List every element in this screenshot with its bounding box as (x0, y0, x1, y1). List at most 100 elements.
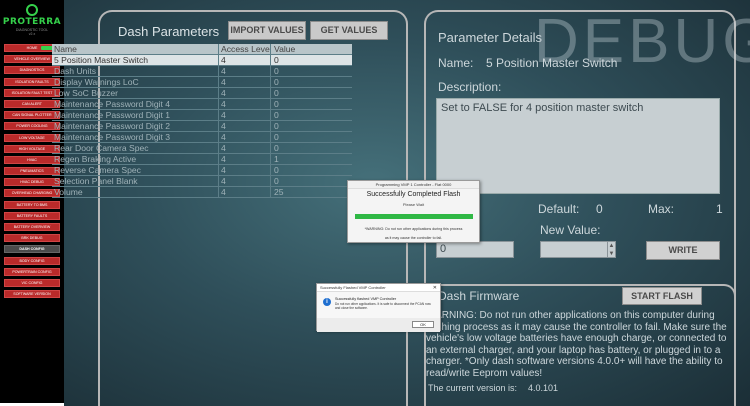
sidebar-item-battery-faults[interactable]: BATTERY FAULTS (4, 211, 60, 220)
get-values-button[interactable]: GET VALUES (310, 21, 388, 40)
ok-button[interactable]: OK (412, 321, 434, 328)
sidebar-item-battery-overview[interactable]: BATTERY OVERVIEW (4, 223, 60, 231)
value-cell: 0 (274, 88, 279, 98)
new-value-stepper[interactable]: ▲ ▼ (540, 241, 616, 258)
max-label: Max: (648, 202, 675, 216)
access-level-cell: 4 (221, 176, 226, 186)
default-value: 0 (596, 202, 603, 216)
parameter-name-cell: Display Warnings LoC (54, 77, 139, 87)
sidebar-item-label: VEHICLE OVERVIEW (14, 57, 50, 62)
column-header-value: Value (274, 44, 296, 54)
current-version-value: 4.0.101 (528, 383, 559, 393)
success-dialog-title: Successfully Flashed VMP Controller (317, 284, 440, 292)
access-level-cell: 4 (221, 88, 226, 98)
current-version-label: The current version is: (428, 383, 518, 393)
sidebar-item-label: LOW VOLTAGE (19, 135, 45, 140)
dash-firmware-title: Dash Firmware (438, 289, 520, 303)
write-button[interactable]: WRITE (646, 241, 720, 260)
value-cell: 0 (274, 121, 279, 131)
current-value-field[interactable]: 0 (436, 241, 514, 258)
parameter-name-cell: Maintenance Password Digit 4 (54, 99, 171, 109)
sidebar-item-label: POWER COOLING (16, 124, 48, 129)
brand-name: PROTERRA (2, 17, 62, 27)
table-row[interactable]: Selection Panel Blank 4 0 (52, 176, 352, 187)
parameter-name-value: 5 Position Master Switch (486, 56, 618, 70)
parameter-name-cell: Maintenance Password Digit 3 (54, 132, 171, 142)
info-icon: i (323, 298, 331, 306)
parameters-table: Name Access Level Value 5 Position Maste… (52, 44, 352, 198)
table-row[interactable]: Display Warnings LoC 4 0 (52, 77, 352, 88)
access-level-cell: 4 (221, 121, 226, 131)
access-level-cell: 4 (221, 143, 226, 153)
default-label: Default: (538, 202, 580, 216)
sidebar-item-label: BODY CONFIG (19, 258, 45, 263)
access-level-cell: 4 (221, 55, 226, 65)
value-cell: 0 (274, 99, 279, 109)
value-cell: 0 (274, 143, 279, 153)
parameter-name-cell: Reverse Camera Spec (54, 165, 141, 175)
column-header-access-level: Access Level (221, 44, 271, 54)
max-value: 1 (716, 202, 723, 216)
table-row[interactable]: Maintenance Password Digit 1 4 0 (52, 110, 352, 121)
flash-warning-line-1: *WARNING: Do not run other applications … (364, 227, 463, 231)
sidebar-item-brk-debug[interactable]: BRK DEBUG (4, 234, 60, 243)
sidebar-item-label: DASH CONFIG (19, 247, 45, 252)
table-row[interactable]: Maintenance Password Digit 3 4 0 (52, 132, 352, 143)
table-row[interactable]: Reverse Camera Spec 4 0 (52, 165, 352, 176)
sidebar-item-label: PNEUMATICS (20, 169, 44, 174)
value-cell: 0 (274, 77, 279, 87)
value-cell: 0 (274, 132, 279, 142)
sidebar-item-label: VIC CONFIG (21, 280, 43, 285)
table-row[interactable]: Regen Braking Active 4 1 (52, 154, 352, 165)
value-cell: 0 (274, 165, 279, 175)
flash-complete-heading: Successfully Completed Flash (366, 191, 461, 198)
table-row[interactable]: Volume 4 25 (52, 187, 352, 198)
table-row[interactable]: Dash Units 4 0 (52, 66, 352, 77)
firmware-warning-text: WARNING: Do not run other applications o… (426, 310, 727, 379)
table-row[interactable]: Rear Door Camera Spec 4 0 (52, 143, 352, 154)
sidebar-item-battery-to-bms[interactable]: BATTERY TO BMS (4, 200, 60, 209)
access-level-cell: 4 (221, 187, 226, 197)
value-cell: 1 (274, 154, 279, 164)
table-row[interactable]: Maintenance Password Digit 2 4 0 (52, 121, 352, 132)
sidebar-item-label: ISOLATION FAULT TEST (11, 90, 53, 95)
flash-progress-fill (355, 214, 473, 219)
table-row[interactable]: Maintenance Password Digit 4 4 0 (52, 99, 352, 110)
stepper-arrows-icon[interactable]: ▲ ▼ (607, 242, 615, 257)
start-flash-button[interactable]: START FLASH (622, 287, 702, 305)
access-level-cell: 4 (221, 165, 226, 175)
value-cell: 25 (274, 187, 284, 197)
import-values-button[interactable]: IMPORT VALUES (228, 21, 306, 40)
description-text: Set to FALSE for 4 position master switc… (441, 102, 644, 114)
new-value-label: New Value: (540, 223, 601, 237)
parameter-name-cell: Selection Panel Blank (54, 176, 138, 186)
proterra-logo-icon (26, 4, 38, 16)
access-level-cell: 4 (221, 154, 226, 164)
sidebar-item-software-version[interactable]: SOFTWARE VERSION (4, 290, 60, 299)
sidebar-item-label: BRK DEBUG (21, 236, 43, 241)
flash-progress-bar (355, 214, 473, 219)
table-row[interactable]: Low SoC Buzzer 4 0 (52, 88, 352, 99)
sidebar-item-dash-config[interactable]: DASH CONFIG (4, 245, 60, 254)
sidebar-item-label: SOFTWARE VERSION (13, 292, 51, 297)
sidebar-item-powertrain-config[interactable]: POWERTRAIN CONFIG (4, 267, 60, 276)
value-cell: 0 (274, 176, 279, 186)
name-label: Name: (438, 56, 474, 70)
value-cell: 0 (274, 66, 279, 76)
table-row[interactable]: 5 Position Master Switch 4 0 (52, 55, 352, 66)
parameter-name-cell: Maintenance Password Digit 1 (54, 110, 171, 120)
sidebar-item-label: BATTERY FAULTS (16, 213, 48, 218)
flash-warning-line-2: as it may cause the controller to fail. (384, 236, 443, 240)
success-dialog-heading: Successfully flashed VMP Controller (335, 297, 397, 301)
sidebar-item-label: BATTERY TO BMS (16, 202, 48, 207)
parameter-name-cell: Regen Braking Active (54, 154, 137, 164)
parameter-name-cell: Volume (54, 187, 83, 197)
close-icon[interactable]: ✕ (433, 284, 437, 292)
parameter-name-cell: Dash Units (54, 66, 97, 76)
sidebar-item-body-config[interactable]: BODY CONFIG (4, 256, 60, 265)
sidebar-item-label: HVAC DEBUG (20, 180, 44, 185)
sidebar-item-label: ISOLATION FAULTS (15, 79, 49, 84)
sidebar-item-label: CAN ALERT (22, 101, 42, 106)
parameter-name-cell: Rear Door Camera Spec (54, 143, 149, 153)
sidebar-item-vic-config[interactable]: VIC CONFIG (4, 278, 60, 287)
